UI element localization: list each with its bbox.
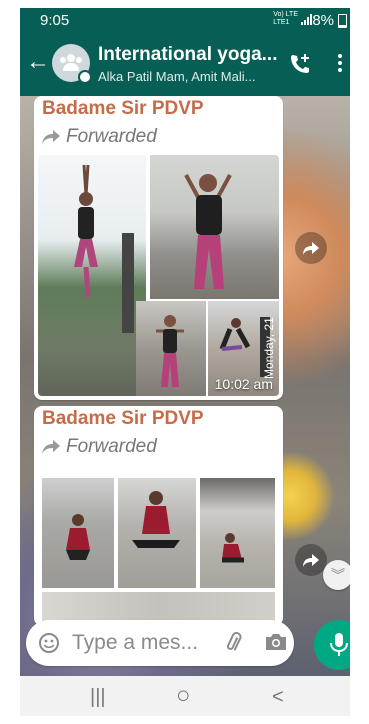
- photo-date: Monday, 21: [262, 317, 276, 379]
- forward-button[interactable]: [295, 544, 327, 576]
- forwarded-text: Forwarded: [66, 126, 157, 147]
- group-avatar[interactable]: [52, 44, 92, 84]
- message-bubble[interactable]: Badame Sir PDVP Forwarded: [34, 96, 283, 400]
- home-button[interactable]: ○: [176, 682, 191, 710]
- person-figure-icon: [156, 315, 184, 387]
- forwarded-label: Forwarded: [42, 436, 157, 458]
- photo-victory-pose[interactable]: [150, 155, 279, 299]
- message-bubble[interactable]: Badame Sir PDVP Forwarded: [34, 406, 283, 626]
- forwarded-text: Forwarded: [66, 436, 157, 457]
- phone-screen: 9:05 Vo) LTE LTE1 8% ← International yoga…: [20, 8, 350, 716]
- signal-icon: [301, 14, 312, 25]
- nav-back-button[interactable]: <: [272, 686, 284, 709]
- sender-name: Badame Sir PDVP: [42, 408, 204, 429]
- message-composer[interactable]: Type a mes...: [26, 620, 294, 666]
- photo-collage[interactable]: Monday, 21 10:02 am: [38, 155, 279, 396]
- microphone-icon: [330, 633, 348, 656]
- group-icon: [60, 54, 82, 71]
- photo-tree-pose[interactable]: [38, 155, 146, 396]
- camera-icon[interactable]: [264, 631, 288, 653]
- chat-header: ← International yoga... Alka Patil Mam, …: [20, 32, 350, 96]
- forward-button[interactable]: [295, 232, 327, 264]
- status-badge: [78, 70, 92, 84]
- message-input[interactable]: Type a mes...: [72, 631, 198, 655]
- chat-participants[interactable]: Alka Patil Mam, Amit Mali...: [98, 69, 255, 84]
- photo-seated-pose-1[interactable]: [42, 478, 114, 588]
- more-options-icon[interactable]: [338, 54, 342, 75]
- attach-icon[interactable]: [222, 631, 246, 655]
- system-nav-bar: ||| ○ <: [20, 676, 350, 716]
- person-figure-icon: [74, 164, 134, 333]
- person-figure-icon: [132, 491, 180, 548]
- emoji-icon[interactable]: [38, 632, 60, 654]
- chat-title[interactable]: International yoga...: [98, 44, 277, 66]
- scroll-to-bottom-button[interactable]: ︾: [323, 560, 350, 590]
- message-time: 10:02 am: [214, 376, 273, 392]
- recents-button[interactable]: |||: [90, 686, 106, 709]
- network-indicator: Vo) LTE LTE1: [273, 11, 298, 26]
- photo-seated-pose-3[interactable]: [200, 478, 275, 588]
- forward-arrow-icon: [42, 439, 60, 454]
- battery-percent: 8%: [312, 12, 334, 29]
- back-arrow-icon[interactable]: ←: [26, 50, 50, 74]
- double-chevron-down-icon: ︾: [331, 567, 345, 583]
- forwarded-label: Forwarded: [42, 126, 157, 148]
- forward-icon: [303, 242, 319, 255]
- person-figure-icon: [184, 174, 232, 289]
- person-figure-icon: [222, 533, 244, 563]
- photo-grid[interactable]: [38, 478, 279, 626]
- status-time: 9:05: [40, 12, 70, 29]
- forward-icon: [303, 554, 319, 567]
- forward-arrow-icon: [42, 129, 60, 144]
- status-bar: 9:05 Vo) LTE LTE1 8%: [20, 8, 350, 32]
- sender-name: Badame Sir PDVP: [42, 98, 204, 119]
- photo-pose-3[interactable]: [136, 301, 206, 396]
- person-figure-icon: [66, 514, 90, 560]
- photo-seated-pose-2[interactable]: [118, 478, 196, 588]
- battery-icon: [338, 14, 347, 28]
- add-call-icon[interactable]: [288, 52, 312, 76]
